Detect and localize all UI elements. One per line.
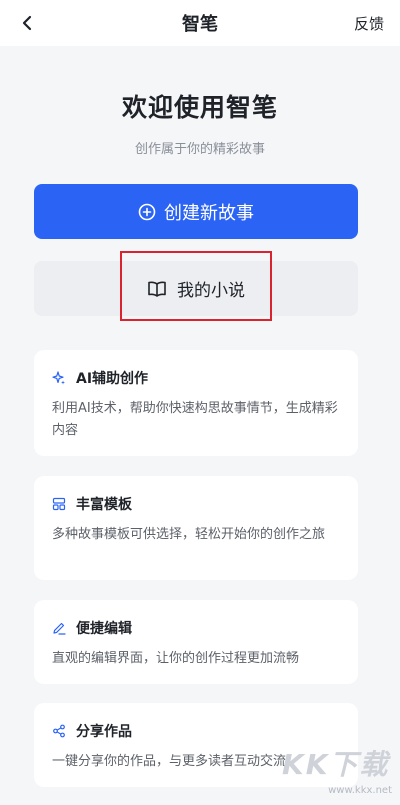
watermark-text: KK下载 [282, 748, 390, 781]
welcome-title: 欢迎使用智笔 [121, 93, 278, 122]
watermark: KK下载 www.kkx.net [282, 743, 392, 799]
feedback-button[interactable]: 反馈 [354, 13, 384, 34]
feature-card-templates: 丰富模板 多种故事模板可供选择，轻松开始你的创作之旅 [34, 476, 358, 580]
feature-description: 多种故事模板可供选择，轻松开始你的创作之旅 [52, 527, 326, 542]
feature-description: 直观的编辑界面，让你的创作过程更加流畅 [52, 651, 300, 666]
sparkle-icon [52, 371, 66, 385]
pencil-icon [52, 621, 66, 635]
my-novels-button[interactable]: 我的小说 [34, 261, 358, 316]
feature-title: AI辅助创作 [76, 371, 149, 387]
chevron-left-icon [22, 15, 32, 31]
create-story-button[interactable]: 创建新故事 [34, 184, 358, 239]
plus-circle-icon [138, 203, 156, 221]
watermark-url: www.kkx.net [328, 785, 392, 796]
book-open-icon [147, 280, 167, 298]
feature-card-editing: 便捷编辑 直观的编辑界面，让你的创作过程更加流畅 [34, 600, 358, 684]
my-novels-label: 我的小说 [177, 281, 245, 301]
back-button[interactable] [14, 10, 40, 36]
feature-title: 便捷编辑 [76, 621, 132, 637]
feature-title: 分享作品 [76, 724, 132, 740]
welcome-subtitle: 创作属于你的精彩故事 [134, 142, 265, 157]
feature-title: 丰富模板 [76, 497, 132, 513]
create-story-label: 创建新故事 [164, 202, 254, 224]
page-title: 智笔 [182, 14, 218, 35]
feature-card-ai: AI辅助创作 利用AI技术，帮助你快速构思故事情节，生成精彩内容 [34, 350, 358, 456]
share-icon [52, 724, 66, 738]
feature-description: 利用AI技术，帮助你快速构思故事情节，生成精彩内容 [52, 401, 338, 438]
top-bar: 智笔 反馈 [0, 0, 400, 46]
template-icon [52, 497, 66, 511]
